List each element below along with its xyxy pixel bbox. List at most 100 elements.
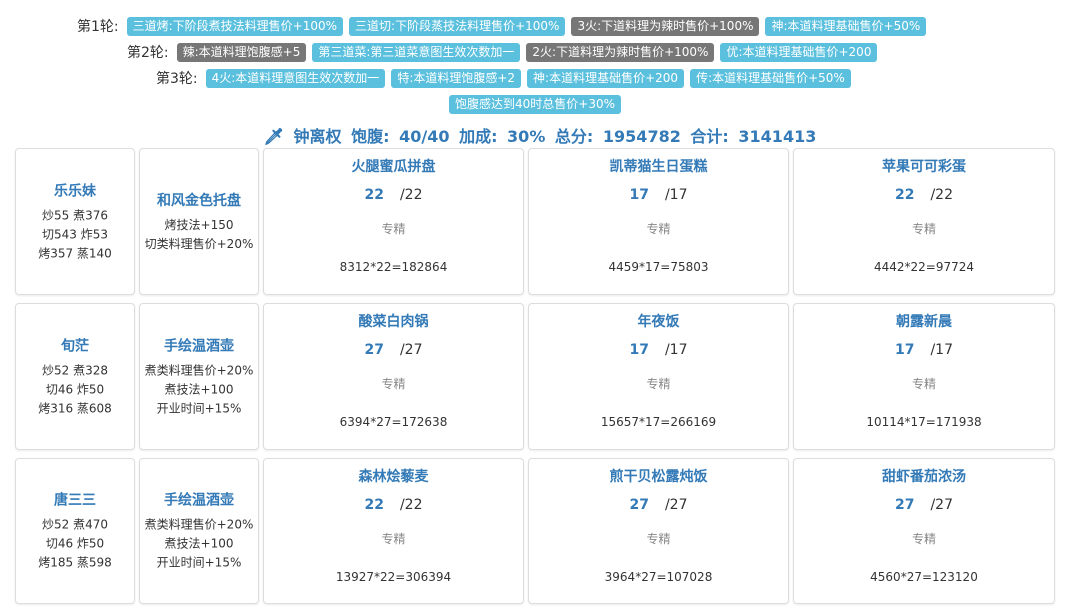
dish-card[interactable]: 年夜饭 17/17 专精 15657*17=266169 [528, 303, 789, 450]
equip-effect: 切类料理售价+20% [144, 236, 254, 251]
round-label: 第3轮: [156, 71, 198, 87]
equip-name: 手绘温酒壶 [164, 338, 234, 354]
dish-qty-value[interactable]: 27 [629, 497, 648, 513]
chef-stat: 切543 炸53 [42, 227, 108, 241]
dish-name: 苹果可可彩蛋 [882, 159, 966, 175]
dish-qty-value[interactable]: 22 [895, 187, 914, 203]
extra-tag-row: 饱腹感达到40时总售价+30% [449, 95, 621, 114]
dish-card[interactable]: 煎干贝松露炖饭 27/27 专精 3964*27=107028 [528, 458, 789, 604]
dish-skill: 专精 [646, 532, 671, 546]
dish-quantity: 27/27 [794, 497, 1054, 513]
sum-label: 合计: [690, 127, 729, 146]
chef-card[interactable]: 乐乐妹 炒55 煮376 切543 炸53 烤357 蒸140 [15, 148, 135, 295]
round-2-row: 第2轮: 辣:本道料理饱腹感+5 第三道菜:第三道菜意图生效次数加一 2火:下道… [127, 42, 878, 62]
sum-value: 3141413 [738, 127, 817, 146]
dish-skill: 专精 [646, 377, 671, 391]
dish-calc: 4442*22=97724 [873, 260, 975, 274]
dish-qty-value[interactable]: 17 [629, 187, 648, 203]
dish-qty-max: /27 [399, 342, 423, 358]
dish-skill: 专精 [911, 377, 936, 391]
dish-qty-value[interactable]: 22 [364, 187, 383, 203]
chef-stat: 炒55 煮376 [42, 208, 108, 222]
dish-card[interactable]: 火腿蜜瓜拼盘 22/22 专精 8312*22=182864 [263, 148, 524, 295]
dish-name: 森林烩藜麦 [358, 469, 429, 485]
equip-effect: 开业时间+15% [156, 555, 242, 570]
dish-calc: 13927*22=306394 [335, 570, 452, 584]
dish-skill: 专精 [381, 222, 406, 236]
equip-effect: 烤技法+150 [164, 217, 234, 232]
dish-name: 火腿蜜瓜拼盘 [351, 159, 436, 175]
round-label: 第2轮: [127, 45, 169, 61]
round-3-row: 第3轮: 4火:本道料理意图生效次数加一 特:本道料理饱腹感+2 神:本道料理基… [156, 68, 851, 88]
equip-name: 和风金色托盘 [157, 192, 241, 209]
round-tag: 2火:下道料理为辣时售价+100% [526, 42, 715, 62]
chef-stat: 切46 炸50 [45, 382, 105, 396]
dish-card[interactable]: 凯蒂猫生日蛋糕 17/17 专精 4459*17=75803 [528, 148, 789, 295]
dish-skill: 专精 [911, 222, 936, 236]
dish-qty-max: /17 [664, 187, 688, 203]
dish-quantity: 22/22 [264, 187, 523, 203]
round-tag: 神:本道料理基础售价+50% [765, 16, 927, 36]
dish-calc: 8312*22=182864 [339, 260, 448, 274]
dish-card[interactable]: 甜虾番茄浓汤 27/27 专精 4560*27=123120 [793, 458, 1055, 604]
dish-qty-value[interactable]: 27 [895, 497, 914, 513]
dish-quantity: 17/17 [794, 342, 1054, 358]
dish-qty-max: /27 [930, 497, 953, 513]
dish-quantity: 17/17 [529, 342, 788, 358]
dish-name: 凯蒂猫生日蛋糕 [609, 159, 708, 175]
dish-qty-max: /22 [399, 187, 423, 203]
equip-card[interactable]: 手绘温酒壶 煮类料理售价+20% 煮技法+100 开业时间+15% [139, 458, 259, 604]
total-value: 1954782 [602, 127, 681, 146]
dish-name: 甜虾番茄浓汤 [882, 469, 966, 485]
dish-skill: 专精 [381, 532, 406, 546]
dish-calc: 10114*17=171938 [866, 415, 982, 429]
chef-stat: 烤185 蒸598 [38, 555, 112, 570]
dish-name: 年夜饭 [637, 314, 680, 330]
round-tag: 神:本道料理基础售价+200 [527, 68, 685, 88]
fullness-value: 40/40 [399, 127, 450, 146]
dish-qty-value[interactable]: 22 [364, 497, 383, 513]
chef-stat: 烤316 蒸608 [38, 401, 112, 415]
equip-card[interactable]: 和风金色托盘 烤技法+150 切类料理售价+20% [139, 148, 259, 295]
dish-card[interactable]: 朝露新晨 17/17 专精 10114*17=171938 [793, 303, 1055, 450]
dish-qty-max: /22 [930, 187, 953, 203]
chef-card[interactable]: 唐三三 炒52 煮470 切46 炸50 烤185 蒸598 [15, 458, 135, 604]
dish-qty-value[interactable]: 17 [629, 342, 648, 358]
dish-qty-value[interactable]: 27 [364, 342, 383, 358]
round-tag: 传:本道料理基础售价+50% [690, 68, 851, 88]
dish-card[interactable]: 酸菜白肉锅 27/27 专精 6394*27=172638 [263, 303, 524, 450]
equip-card[interactable]: 手绘温酒壶 煮类料理售价+20% 煮技法+100 开业时间+15% [139, 303, 259, 450]
dish-qty-value[interactable]: 17 [895, 342, 914, 358]
dish-qty-max: /17 [664, 342, 688, 358]
bonus-value: 30% [507, 127, 546, 146]
equip-effect: 煮技法+100 [164, 536, 234, 551]
dish-quantity: 22/22 [794, 187, 1054, 203]
equip-effect: 开业时间+15% [156, 401, 242, 415]
round-tag: 辣:本道料理饱腹感+5 [176, 42, 307, 62]
fullness-label: 饱腹: [351, 127, 390, 146]
round-tag: 三道烤:下阶段煮技法料理售价+100% [126, 16, 344, 36]
extra-tag: 饱腹感达到40时总售价+30% [449, 95, 621, 114]
dish-calc: 4459*17=75803 [608, 260, 709, 274]
dish-card[interactable]: 森林烩藜麦 22/22 专精 13927*22=306394 [263, 458, 524, 604]
dish-calc: 6394*27=172638 [339, 415, 448, 429]
chef-stat: 切46 炸50 [45, 536, 105, 551]
bonus-label: 加成: [459, 127, 498, 146]
round-tag: 三道切:下阶段蒸技法料理售价+100% [349, 16, 566, 36]
chef-name: 唐三三 [54, 492, 96, 509]
dish-name: 朝露新晨 [896, 314, 952, 330]
equip-effect: 煮技法+100 [164, 382, 234, 396]
round-tag: 3火:下道料理为辣时售价+100% [571, 16, 760, 36]
equip-effect: 煮类料理售价+20% [144, 363, 254, 377]
chef-name: 乐乐妹 [54, 183, 96, 199]
round-tag: 4火:本道料理意图生效次数加一 [205, 68, 386, 88]
chef-card[interactable]: 旬茫 炒52 煮328 切46 炸50 烤316 蒸608 [15, 303, 135, 450]
sword-icon: 🗡 [263, 127, 284, 146]
chef-name: 旬茫 [61, 338, 89, 354]
dish-quantity: 22/22 [264, 497, 523, 513]
dish-qty-max: /17 [930, 342, 953, 358]
dish-card[interactable]: 苹果可可彩蛋 22/22 专精 4442*22=97724 [793, 148, 1055, 295]
round-tag: 第三道菜:第三道菜意图生效次数加一 [312, 42, 521, 62]
chef-stat: 烤357 蒸140 [38, 246, 112, 260]
round-1-row: 第1轮: 三道烤:下阶段煮技法料理售价+100% 三道切:下阶段蒸技法料理售价+… [77, 16, 927, 36]
